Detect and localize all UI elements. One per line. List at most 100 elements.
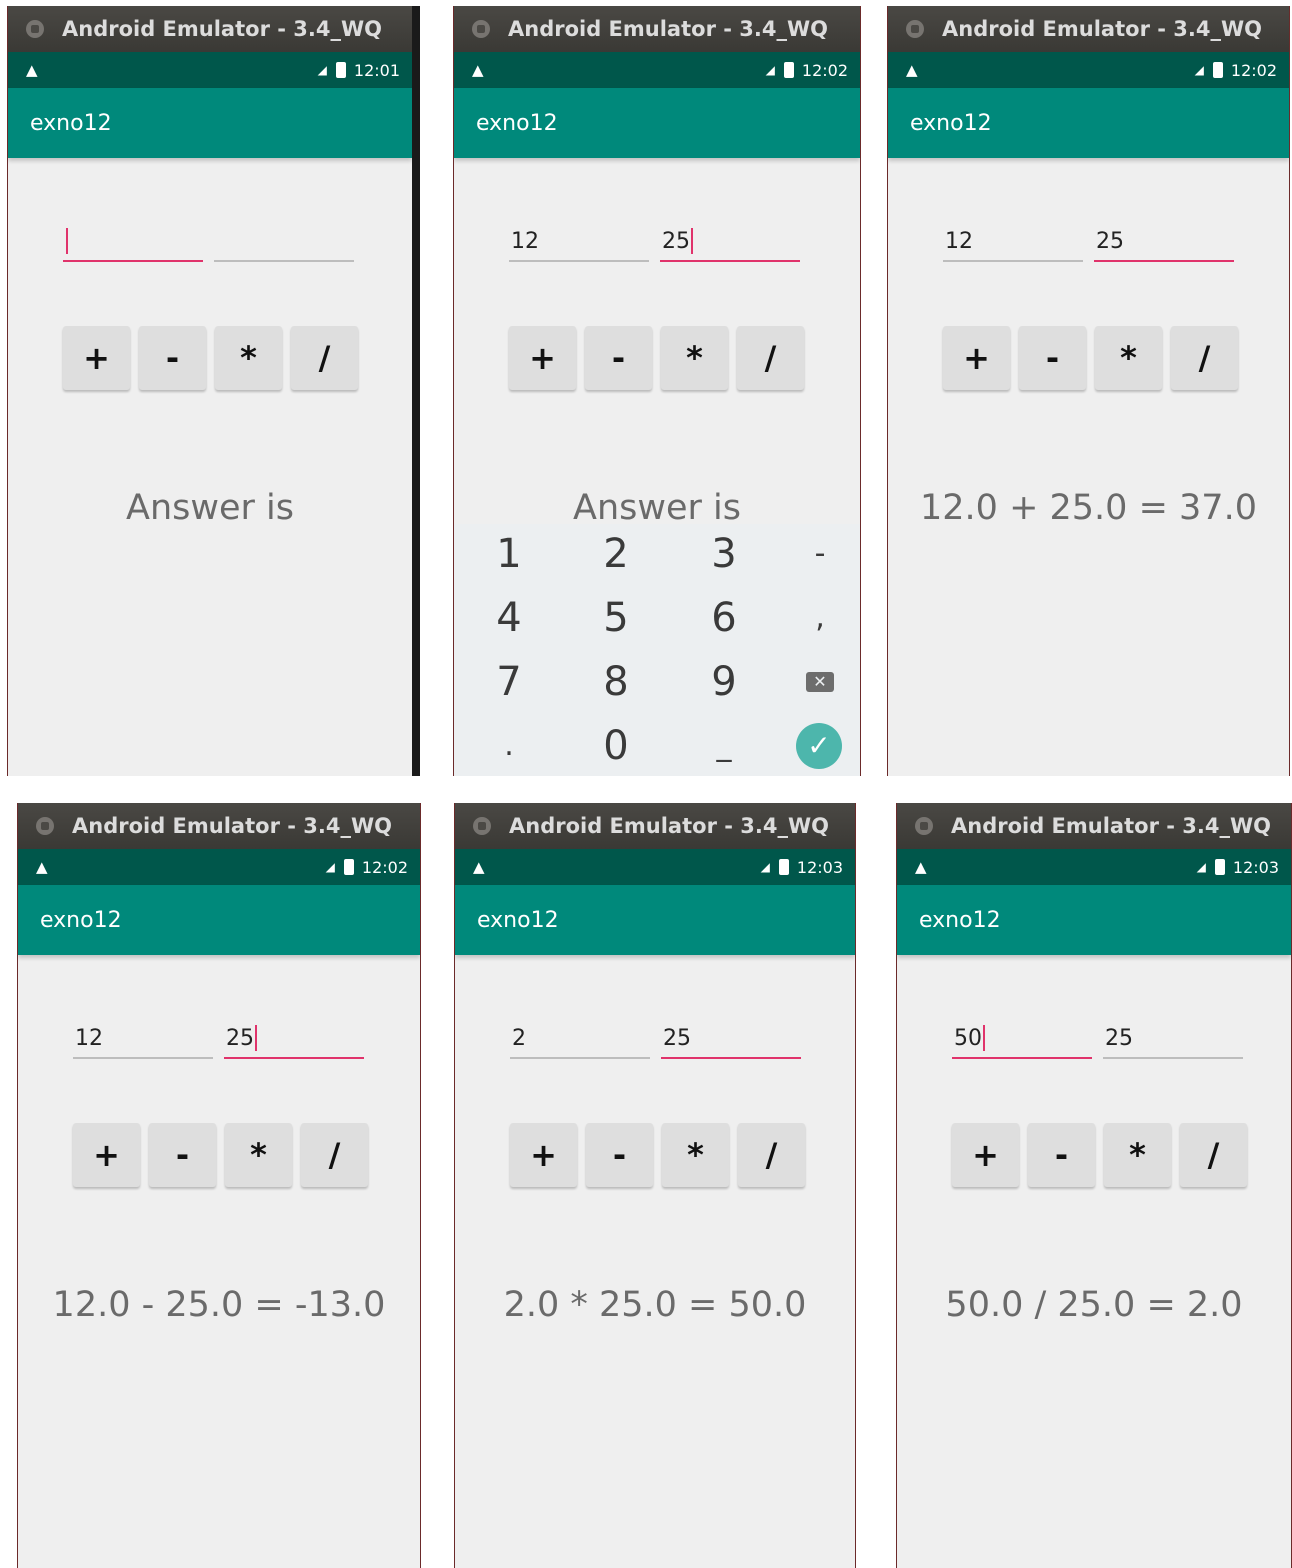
divide-button[interactable]: / [301, 1123, 368, 1187]
keypad-key[interactable]: - [770, 524, 860, 584]
subtract-button[interactable]: - [1028, 1123, 1095, 1187]
number-input-2-value: 25 [1096, 229, 1124, 254]
operator-buttons: + - * / [63, 326, 358, 390]
window-titlebar: Android Emulator - 3.4_WQ [454, 6, 860, 52]
multiply-button[interactable]: * [662, 1123, 729, 1187]
number-input-1[interactable] [63, 218, 203, 262]
number-input-2-value: 25 [1105, 1026, 1133, 1051]
window-titlebar: Android Emulator - 3.4_WQ [18, 803, 420, 849]
battery-icon [335, 62, 346, 78]
window-title: Android Emulator - 3.4_WQ [942, 17, 1262, 41]
app-title: exno12 [477, 907, 559, 933]
subtract-button[interactable]: - [149, 1123, 216, 1187]
window-titlebar: Android Emulator - 3.4_WQ [897, 803, 1291, 849]
battery-icon [783, 62, 794, 78]
number-input-2[interactable]: 25 [1103, 1015, 1243, 1059]
keypad-key[interactable]: 2 [566, 524, 666, 584]
subtract-button[interactable]: - [585, 326, 652, 390]
text-cursor [691, 228, 693, 254]
keypad-key[interactable]: 9 [674, 652, 774, 712]
answer-text: Answer is [126, 488, 294, 528]
number-input-1[interactable]: 12 [73, 1015, 213, 1059]
multiply-button[interactable]: * [225, 1123, 292, 1187]
number-input-1[interactable]: 12 [509, 218, 649, 262]
signal-icon: ◢ [317, 63, 328, 77]
number-input-2[interactable]: 25 [660, 218, 800, 262]
signal-icon: ◢ [760, 860, 771, 874]
window-close-icon[interactable] [26, 20, 44, 38]
app-bar: exno12 [18, 885, 420, 955]
status-time: 12:02 [1230, 60, 1277, 80]
divide-button[interactable]: / [1180, 1123, 1247, 1187]
window-close-icon[interactable] [473, 817, 491, 835]
add-button[interactable]: + [509, 326, 576, 390]
backspace-key[interactable]: ✕ [806, 672, 834, 692]
answer-text: Answer is [573, 488, 741, 528]
keypad-key[interactable]: . [459, 716, 559, 776]
number-input-2-value: 25 [226, 1026, 254, 1051]
number-input-2-value: 25 [662, 229, 690, 254]
signal-icon: ◢ [1194, 63, 1205, 77]
number-input-1-value: 50 [954, 1026, 982, 1051]
status-time: 12:01 [353, 60, 400, 80]
status-time: 12:02 [361, 857, 408, 877]
add-button[interactable]: + [943, 326, 1010, 390]
screenshot-3: Android Emulator - 3.4_WQ ▲ ◢ 12:02 exno… [887, 6, 1290, 776]
add-button[interactable]: + [952, 1123, 1019, 1187]
keypad-key[interactable]: 7 [459, 652, 559, 712]
keypad-key[interactable]: _ [674, 716, 774, 776]
multiply-button[interactable]: * [1095, 326, 1162, 390]
signal-icon: ◢ [1196, 860, 1207, 874]
app-title: exno12 [919, 907, 1001, 933]
number-input-2[interactable]: 25 [224, 1015, 364, 1059]
warning-icon: ▲ [915, 858, 927, 876]
divide-button[interactable]: / [291, 326, 358, 390]
window-close-icon[interactable] [472, 20, 490, 38]
divide-button[interactable]: / [737, 326, 804, 390]
status-time: 12:02 [801, 60, 848, 80]
multiply-button[interactable]: * [1104, 1123, 1171, 1187]
app-bar: exno12 [888, 88, 1289, 158]
number-input-2[interactable] [214, 218, 354, 262]
divide-button[interactable]: / [1171, 326, 1238, 390]
window-close-icon[interactable] [915, 817, 933, 835]
operator-buttons: + - * / [510, 1123, 805, 1187]
add-button[interactable]: + [63, 326, 130, 390]
add-button[interactable]: + [510, 1123, 577, 1187]
multiply-button[interactable]: * [661, 326, 728, 390]
operator-buttons: + - * / [73, 1123, 368, 1187]
keypad-key[interactable]: 3 [674, 524, 774, 584]
keypad-key[interactable]: , [770, 588, 860, 648]
warning-icon: ▲ [472, 61, 484, 79]
keypad-key[interactable]: 4 [459, 588, 559, 648]
app-content: 12 25 + - * / 12.0 + 25.0 = 37.0 [888, 158, 1289, 776]
app-bar: exno12 [897, 885, 1291, 955]
subtract-button[interactable]: - [1019, 326, 1086, 390]
keypad-key[interactable]: 5 [566, 588, 666, 648]
divide-button[interactable]: / [738, 1123, 805, 1187]
keypad-key[interactable]: 6 [674, 588, 774, 648]
app-title: exno12 [476, 110, 558, 136]
number-input-1[interactable]: 50 [952, 1015, 1092, 1059]
keypad-key[interactable]: 8 [566, 652, 666, 712]
number-input-2[interactable]: 25 [661, 1015, 801, 1059]
warning-icon: ▲ [26, 61, 38, 79]
number-input-1[interactable]: 12 [943, 218, 1083, 262]
number-input-1[interactable]: 2 [510, 1015, 650, 1059]
add-button[interactable]: + [73, 1123, 140, 1187]
window-close-icon[interactable] [36, 817, 54, 835]
subtract-button[interactable]: - [586, 1123, 653, 1187]
window-titlebar: Android Emulator - 3.4_WQ [888, 6, 1289, 52]
status-bar: ▲ ◢ 12:03 [455, 849, 855, 885]
keypad-key[interactable]: 0 [566, 716, 666, 776]
number-input-2[interactable]: 25 [1094, 218, 1234, 262]
keypad-key[interactable]: 1 [459, 524, 559, 584]
window-close-icon[interactable] [906, 20, 924, 38]
done-key[interactable]: ✓ [796, 723, 842, 769]
multiply-button[interactable]: * [215, 326, 282, 390]
subtract-button[interactable]: - [139, 326, 206, 390]
answer-text: 12.0 + 25.0 = 37.0 [920, 488, 1257, 528]
battery-icon [343, 859, 354, 875]
app-content: 2 25 + - * / 2.0 * 25.0 = 50.0 [455, 955, 855, 1568]
app-title: exno12 [40, 907, 122, 933]
